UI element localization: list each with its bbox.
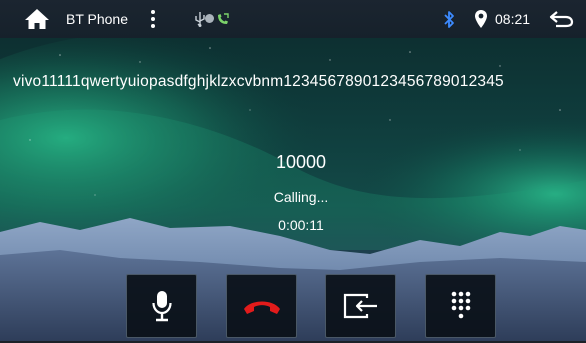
back-arrow-icon[interactable] [549,10,575,28]
record-dot-icon [205,14,214,23]
more-vert-icon[interactable] [149,9,157,29]
bluetooth-icon [444,11,454,28]
app-title: BT Phone [66,11,129,27]
call-status: Calling... [273,189,329,205]
bt-phone-call-screen: BT Phone 08:21 vivo11111qwertyuiopasdfgh… [0,0,586,343]
hang-up-phone-icon [243,301,280,314]
hangup-button[interactable] [226,274,297,338]
home-icon[interactable] [24,8,50,30]
clock-time: 08:21 [495,11,531,27]
dialpad-icon [451,291,470,319]
microphone-icon [151,291,172,322]
dialpad-button[interactable] [425,274,496,338]
call-duration: 0:00:11 [278,217,324,233]
transfer-icon [343,293,377,319]
audio-transfer-button[interactable] [325,274,396,338]
status-bar: BT Phone 08:21 [0,0,586,38]
phone-call-indicator-icon [218,13,229,24]
location-pin-icon [475,10,487,28]
caller-name: vivo11111qwertyuiopasdfghjklzxcvbnm12345… [13,73,504,90]
caller-number: 10000 [275,152,327,172]
mute-button[interactable] [126,274,197,338]
